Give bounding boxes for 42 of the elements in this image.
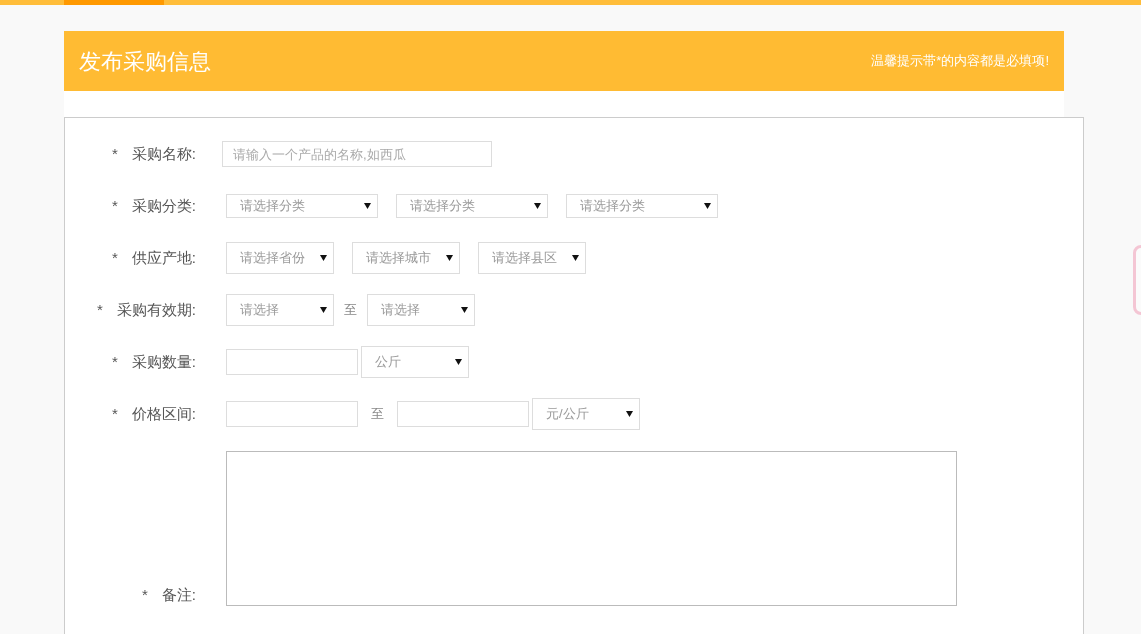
caret-icon — [461, 307, 468, 313]
select-dropdown[interactable]: 请选择分类 — [566, 194, 718, 218]
field-label: 采购名称: — [131, 143, 196, 164]
caret-icon — [626, 411, 633, 417]
caret-icon — [320, 255, 327, 261]
select-dropdown[interactable]: 请选择 — [226, 294, 334, 326]
caret-icon — [704, 203, 711, 209]
caret-icon — [534, 203, 541, 209]
field-label: 采购数量: — [131, 351, 196, 372]
caret-icon — [446, 255, 453, 261]
input-field[interactable] — [397, 401, 529, 427]
field-label: 采购分类: — [131, 195, 196, 216]
select-dropdown[interactable]: 请选择分类 — [226, 194, 378, 218]
notes-textarea[interactable] — [226, 451, 957, 606]
caret-icon — [572, 255, 579, 261]
field-label: 备注: — [161, 584, 196, 605]
field-label: 供应产地: — [131, 247, 196, 268]
required-mark: * — [112, 403, 118, 424]
select-dropdown[interactable]: 请选择省份 — [226, 242, 334, 274]
required-mark: * — [112, 143, 118, 164]
select-dropdown[interactable]: 公斤 — [361, 346, 469, 378]
select-dropdown[interactable]: 请选择分类 — [396, 194, 548, 218]
caret-icon — [455, 359, 462, 365]
input-field[interactable] — [226, 349, 358, 375]
required-mark: * — [97, 299, 103, 320]
input-field[interactable] — [226, 401, 358, 427]
caret-icon — [320, 307, 327, 313]
required-mark: * — [112, 247, 118, 268]
select-dropdown[interactable]: 请选择县区 — [478, 242, 586, 274]
required-mark: * — [112, 195, 118, 216]
range-separator: 至 — [343, 301, 358, 320]
required-mark: * — [142, 584, 148, 605]
page-title: 发布采购信息 — [79, 47, 211, 76]
select-dropdown[interactable]: 请选择 — [367, 294, 475, 326]
required-tip: 温馨提示带*的内容都是必填项! — [871, 52, 1049, 71]
field-label: 采购有效期: — [116, 299, 196, 320]
select-dropdown[interactable]: 请选择城市 — [352, 242, 460, 274]
field-label: 价格区间: — [131, 403, 196, 424]
select-dropdown[interactable]: 元/公斤 — [532, 398, 640, 430]
caret-icon — [364, 203, 371, 209]
required-mark: * — [112, 351, 118, 372]
range-separator: 至 — [370, 405, 385, 424]
